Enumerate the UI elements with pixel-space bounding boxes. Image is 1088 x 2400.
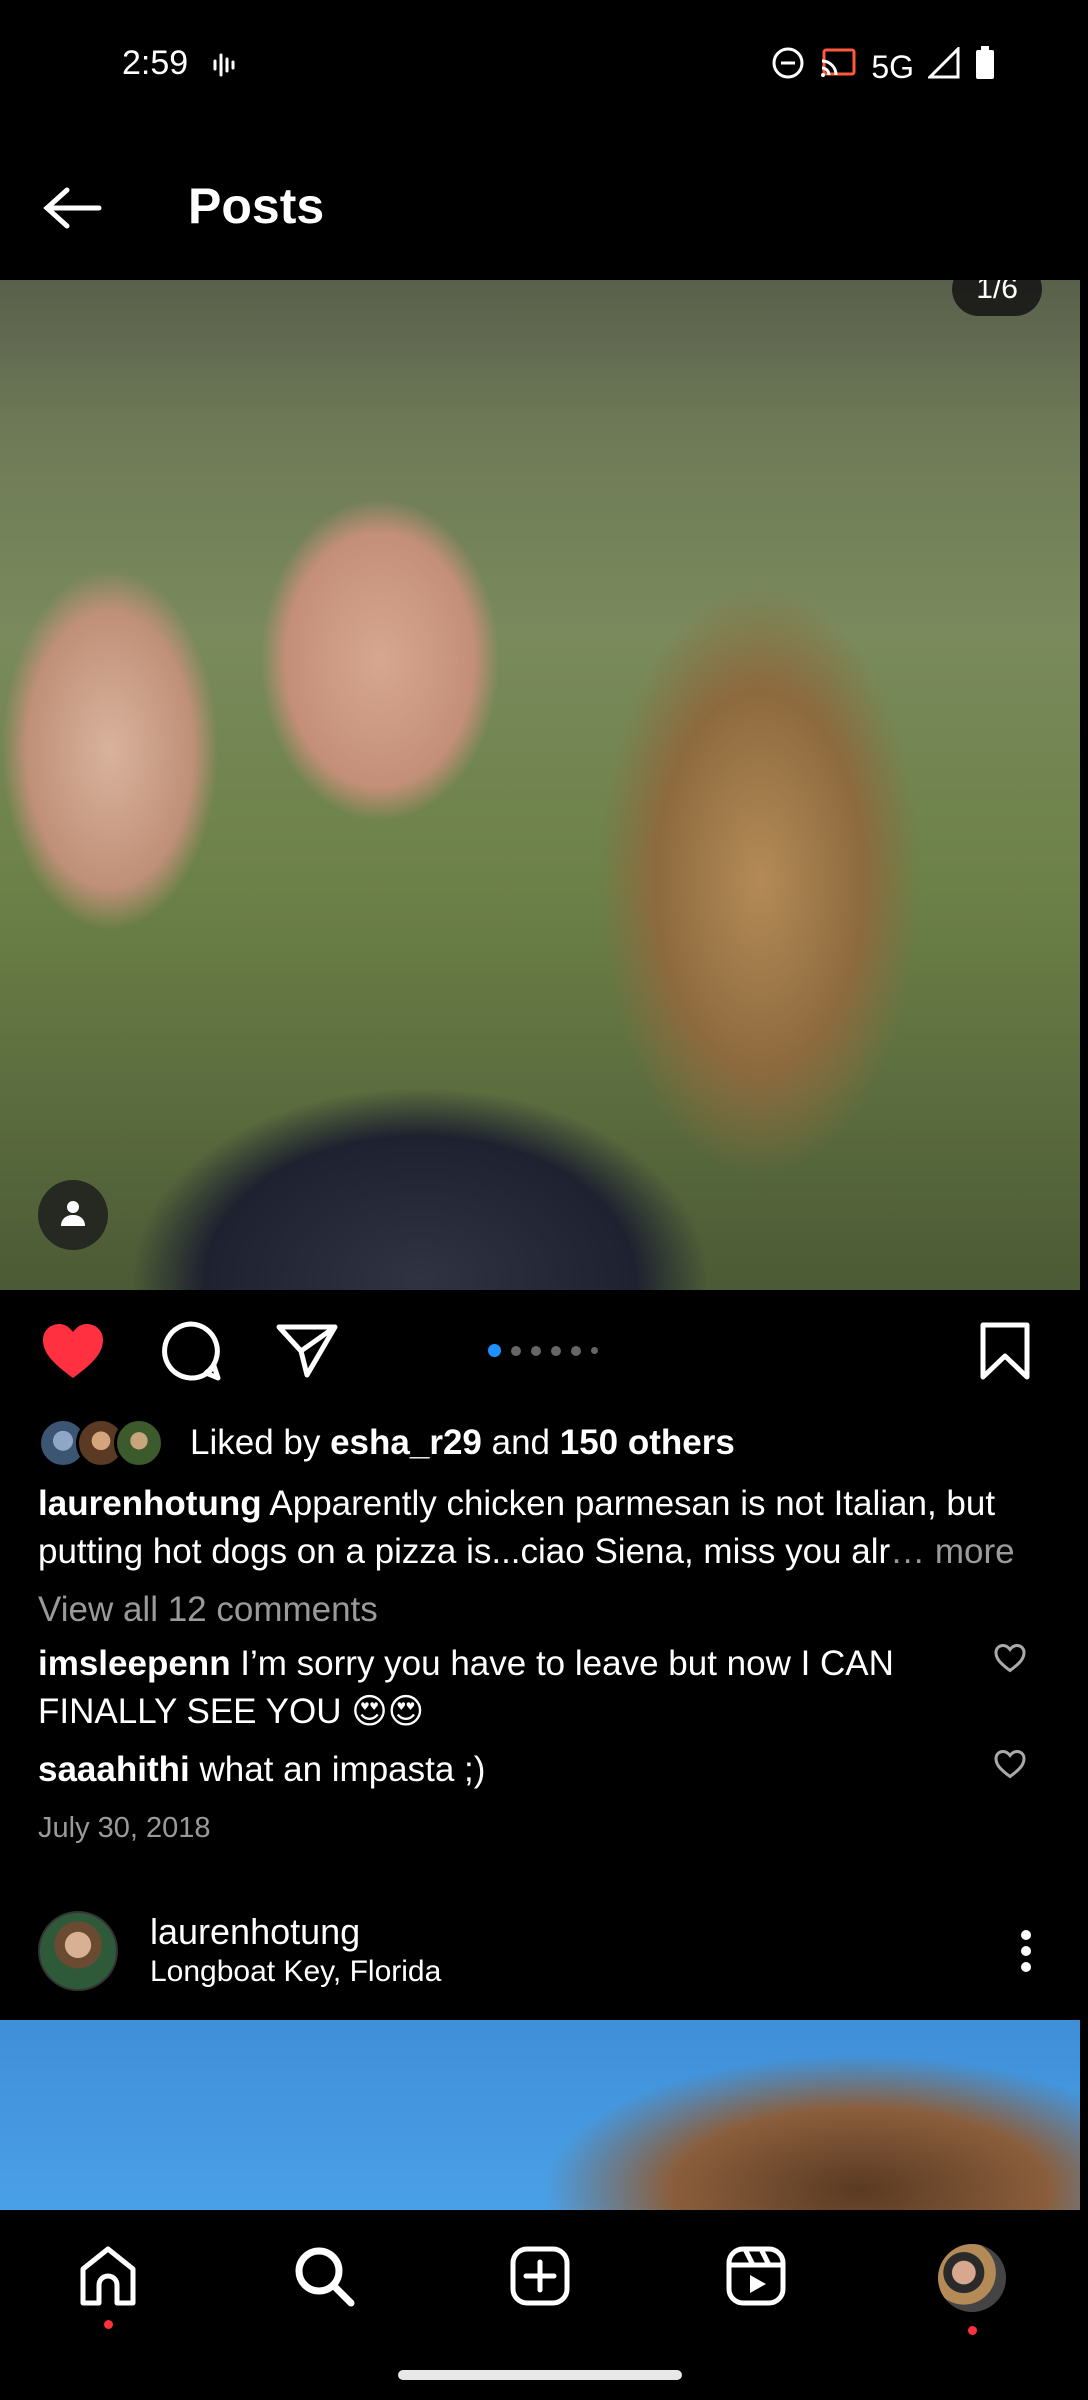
- tagged-users-button[interactable]: [38, 1180, 108, 1250]
- heart-filled-icon: [41, 1322, 105, 1385]
- comment-bubble-icon: [160, 1320, 222, 1387]
- carousel-dot: [531, 1345, 541, 1356]
- plus-square-icon: [509, 2245, 571, 2312]
- battery-icon: [974, 46, 996, 88]
- gesture-home-bar[interactable]: [398, 2370, 682, 2380]
- post-date: July 30, 2018: [38, 1812, 211, 1844]
- next-post-image[interactable]: [0, 2020, 1080, 2210]
- carousel-counter: 1/6: [952, 280, 1042, 316]
- next-post-header: laurenhotung Longboat Key, Florida: [0, 1905, 1088, 2015]
- more-vertical-icon: [1020, 1929, 1032, 1978]
- avatar: [938, 2244, 1006, 2312]
- more-options-button[interactable]: [1006, 1923, 1046, 1983]
- signal-icon: [926, 45, 960, 87]
- view-all-comments-link[interactable]: View all 12 comments: [38, 1590, 378, 1630]
- next-post-location[interactable]: Longboat Key, Florida: [150, 1955, 441, 1989]
- voice-waveform-icon: [212, 50, 238, 85]
- reels-icon: [725, 2245, 787, 2312]
- notification-dot: [968, 2326, 977, 2335]
- liker-username[interactable]: esha_r29: [330, 1423, 482, 1462]
- comment-like-button[interactable]: [990, 1640, 1030, 1680]
- top-bar: Posts: [0, 135, 1088, 280]
- comment-like-button[interactable]: [990, 1746, 1030, 1786]
- caption-username[interactable]: laurenhotung: [38, 1484, 262, 1523]
- likes-text: Liked by esha_r29 and 150 others: [190, 1423, 735, 1463]
- person-icon: [58, 1198, 88, 1233]
- status-icons: 5G: [771, 45, 996, 88]
- paper-plane-icon: [276, 1323, 338, 1384]
- comment-username[interactable]: saaahithi: [38, 1750, 190, 1789]
- avatar: [114, 1418, 164, 1468]
- likes-others-link[interactable]: 150 others: [560, 1423, 735, 1462]
- likes-middle: and: [481, 1423, 560, 1462]
- notification-dot: [104, 2320, 113, 2329]
- likes-prefix: Liked by: [190, 1423, 331, 1462]
- comment-text: what an impasta ;): [189, 1750, 486, 1789]
- do-not-disturb-icon: [771, 46, 805, 88]
- carousel-dot: [571, 1345, 581, 1356]
- share-button[interactable]: [272, 1318, 342, 1388]
- page-title: Posts: [188, 178, 325, 234]
- status-bar: 2:59 5G: [0, 0, 1088, 135]
- save-button[interactable]: [970, 1318, 1040, 1388]
- next-post-username[interactable]: laurenhotung: [150, 1911, 360, 1953]
- bottom-navigation: [0, 2210, 1088, 2400]
- cast-icon: [819, 47, 857, 87]
- nav-create[interactable]: [500, 2238, 580, 2318]
- caption-more-link[interactable]: … more: [890, 1532, 1014, 1571]
- comment-item: saaahithi what an impasta ;): [38, 1746, 958, 1794]
- carousel-dot: [488, 1344, 501, 1357]
- heart-outline-icon: [994, 1749, 1026, 1784]
- carousel-dot: [511, 1345, 521, 1356]
- comment-username[interactable]: imsleepenn: [38, 1644, 231, 1683]
- post-actions: [0, 1290, 1088, 1405]
- avatar[interactable]: [38, 1911, 118, 1991]
- carousel-indicator: [488, 1344, 598, 1357]
- comment-item: imsleepenn I’m sorry you have to leave b…: [38, 1640, 958, 1736]
- liker-avatars: [38, 1418, 164, 1468]
- search-icon: [293, 2245, 355, 2312]
- arrow-left-icon: [43, 186, 103, 235]
- bookmark-icon: [979, 1322, 1031, 1385]
- post-caption: laurenhotung Apparently chicken parmesan…: [38, 1480, 1048, 1576]
- carousel-dot: [591, 1347, 598, 1354]
- like-button[interactable]: [38, 1318, 108, 1388]
- nav-search[interactable]: [284, 2238, 364, 2318]
- heart-outline-icon: [994, 1643, 1026, 1678]
- status-time: 2:59: [122, 44, 189, 82]
- post-image[interactable]: 1/6: [0, 280, 1080, 1290]
- nav-profile[interactable]: [932, 2238, 1012, 2335]
- nav-reels[interactable]: [716, 2238, 796, 2318]
- network-label: 5G: [871, 48, 914, 85]
- carousel-dot: [551, 1345, 561, 1356]
- comment-button[interactable]: [156, 1318, 226, 1388]
- back-button[interactable]: [38, 175, 108, 245]
- likes-summary[interactable]: Liked by esha_r29 and 150 others: [38, 1415, 735, 1471]
- nav-home[interactable]: [68, 2238, 148, 2329]
- home-icon: [77, 2245, 139, 2312]
